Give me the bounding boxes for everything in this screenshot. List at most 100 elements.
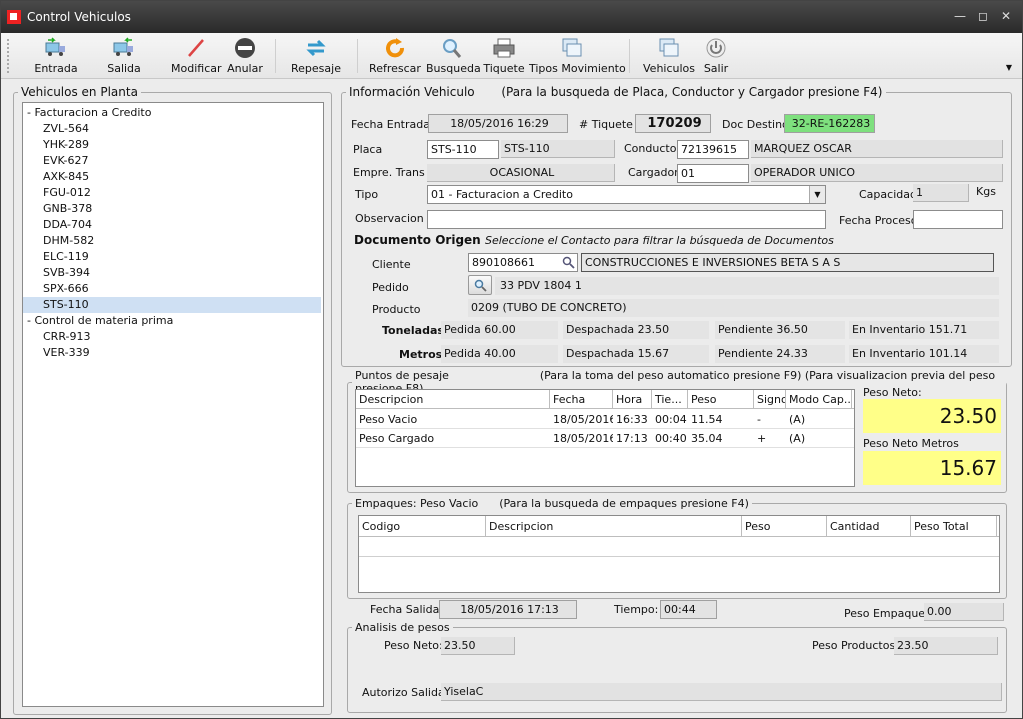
- table-cell: 00:04: [655, 413, 687, 426]
- search-icon: [474, 279, 487, 292]
- peso-empaques-label: Peso Empaques:: [844, 607, 935, 620]
- maximize-icon[interactable]: ◻: [974, 8, 992, 24]
- documento-origen-hint: Seleccione el Contacto para filtrar la b…: [485, 234, 834, 247]
- observacion-input[interactable]: [427, 210, 826, 229]
- tiquete-field: 170209: [635, 114, 711, 133]
- column-header[interactable]: Hora: [613, 390, 652, 409]
- minimize-icon[interactable]: —: [951, 8, 969, 24]
- column-header[interactable]: Signo: [754, 390, 786, 409]
- repesaje-button[interactable]: Repesaje: [289, 35, 343, 77]
- tree-item[interactable]: VER-339: [23, 345, 321, 361]
- cliente-input[interactable]: 890108661: [468, 253, 578, 272]
- vehiculos-en-planta-legend: Vehiculos en Planta: [21, 85, 138, 99]
- vehicles-tree[interactable]: - Facturacion a Credito ZVL-564 YHK-289 EVK…: [22, 102, 324, 707]
- salir-button[interactable]: Salir: [701, 35, 731, 77]
- tree-item[interactable]: ZVL-564: [23, 121, 321, 137]
- tipo-select[interactable]: 01 - Facturacion a Credito ▼: [427, 185, 826, 204]
- column-header[interactable]: Peso: [742, 516, 827, 537]
- tree-item[interactable]: AXK-845: [23, 169, 321, 185]
- placa-label: Placa: [353, 143, 383, 156]
- tiempo-field: 00:44: [660, 600, 717, 619]
- metros-label: Metros: [399, 348, 443, 361]
- met-despachada: Despachada 15.67: [563, 345, 709, 363]
- entrada-label: Entrada: [34, 62, 78, 75]
- main-window: Control Vehiculos — ◻ ✕ Entrada Salida M…: [0, 0, 1023, 719]
- reweigh-arrows-icon: [306, 39, 326, 57]
- busqueda-label: Busqueda: [426, 62, 481, 75]
- informacion-vehiculo-legend: Información Vehiculo (Para la busqueda d…: [349, 85, 883, 99]
- tree-item[interactable]: ELC-119: [23, 249, 321, 265]
- conductor-input[interactable]: 72139615: [677, 140, 749, 159]
- busqueda-button[interactable]: Busqueda: [426, 35, 481, 77]
- entrada-button[interactable]: Entrada: [31, 35, 81, 77]
- met-inventario: En Inventario 101.14: [849, 345, 999, 363]
- table-row[interactable]: [359, 538, 999, 557]
- column-header[interactable]: Peso Total: [911, 516, 997, 537]
- vehiculos-button[interactable]: Vehiculos: [643, 35, 695, 77]
- tipos-movimiento-button[interactable]: Tipos Movimiento: [529, 35, 626, 77]
- tree-group[interactable]: - Facturacion a Credito: [23, 105, 321, 121]
- pedido-label: Pedido: [372, 281, 409, 294]
- salida-button[interactable]: Salida: [101, 35, 147, 77]
- pedido-search-button[interactable]: [468, 275, 492, 295]
- tiempo-label: Tiempo:: [614, 603, 659, 616]
- tree-item[interactable]: FGU-012: [23, 185, 321, 201]
- close-icon[interactable]: ✕: [997, 8, 1015, 24]
- window-title: Control Vehiculos: [27, 10, 131, 24]
- autorizo-salida-field: YiselaC: [441, 683, 1002, 701]
- fecha-entrada-field: 18/05/2016 16:29: [428, 114, 568, 133]
- anular-button[interactable]: Anular: [225, 35, 265, 77]
- empaques-table[interactable]: Codigo Descripcion Peso Cantidad Peso Total: [358, 515, 1000, 593]
- modificar-button[interactable]: Modificar: [171, 35, 222, 77]
- modificar-label: Modificar: [171, 62, 222, 75]
- table-row[interactable]: Peso Cargado 18/05/2016 17:13 00:40 35.04 + (A…: [356, 429, 854, 448]
- column-header[interactable]: Codigo: [359, 516, 486, 537]
- refrescar-label: Refrescar: [369, 62, 421, 75]
- cliente-nombre: CONSTRUCCIONES E INVERSIONES BETA S A S: [581, 253, 994, 272]
- tree-item[interactable]: GNB-378: [23, 201, 321, 217]
- table-cell: 18/05/2016: [553, 413, 613, 426]
- tree-item[interactable]: CRR-913: [23, 329, 321, 345]
- table-cell: Peso Cargado: [359, 432, 435, 445]
- table-row[interactable]: Peso Vacio 18/05/2016 16:33 00:04 11.54 - (A): [356, 410, 854, 429]
- search-icon[interactable]: [562, 256, 575, 269]
- column-header[interactable]: Cantidad: [827, 516, 911, 537]
- autorizo-salida-label: Autorizo Salida:: [362, 686, 449, 699]
- tree-item[interactable]: STS-110: [23, 297, 321, 313]
- column-header[interactable]: Fecha: [550, 390, 613, 409]
- column-header[interactable]: Tie...: [652, 390, 688, 409]
- tree-item[interactable]: EVK-627: [23, 153, 321, 169]
- pesaje-table[interactable]: Descripcion Fecha Hora Tie... Peso Signo Modo …: [355, 389, 855, 487]
- refrescar-button[interactable]: Refrescar: [369, 35, 421, 77]
- toolbar-grip: [7, 39, 9, 73]
- tree-item[interactable]: DDA-704: [23, 217, 321, 233]
- column-header[interactable]: Peso: [688, 390, 754, 409]
- cargador-label: Cargador: [628, 166, 679, 179]
- table-cell: 17:13: [616, 432, 648, 445]
- ton-pedida: Pedida 60.00: [441, 321, 558, 339]
- conductor-label: Conductor: [624, 142, 681, 155]
- tiquete-button[interactable]: Tiquete: [483, 35, 525, 77]
- column-header[interactable]: Descripcion: [486, 516, 742, 537]
- ton-despachada: Despachada 23.50: [563, 321, 709, 339]
- column-header[interactable]: Modo Cap...: [786, 390, 852, 409]
- placa-input[interactable]: STS-110: [427, 140, 499, 159]
- cargador-input[interactable]: 01: [677, 164, 749, 183]
- toolbar: Entrada Salida Modificar Anular Repesaje…: [1, 33, 1022, 79]
- tree-item[interactable]: SVB-394: [23, 265, 321, 281]
- tree-item[interactable]: DHM-582: [23, 233, 321, 249]
- column-header[interactable]: Descripcion: [356, 390, 550, 409]
- salida-label: Salida: [107, 62, 141, 75]
- fecha-entrada-label: Fecha Entrada: [351, 118, 430, 131]
- chevron-down-icon[interactable]: ▼: [809, 186, 825, 203]
- doc-destino-label: Doc Destino: [722, 118, 789, 131]
- tree-group[interactable]: - Control de materia prima: [23, 313, 321, 329]
- capacidad-label: Capacidad: [859, 188, 917, 201]
- ton-pendiente: Pendiente 36.50: [715, 321, 845, 339]
- tree-item[interactable]: YHK-289: [23, 137, 321, 153]
- power-icon: [706, 38, 726, 58]
- tree-item[interactable]: SPX-666: [23, 281, 321, 297]
- peso-neto-label: Peso Neto:: [863, 386, 922, 399]
- toolbar-overflow-icon[interactable]: ▼: [1006, 63, 1012, 72]
- fecha-proceso-input[interactable]: [913, 210, 1003, 229]
